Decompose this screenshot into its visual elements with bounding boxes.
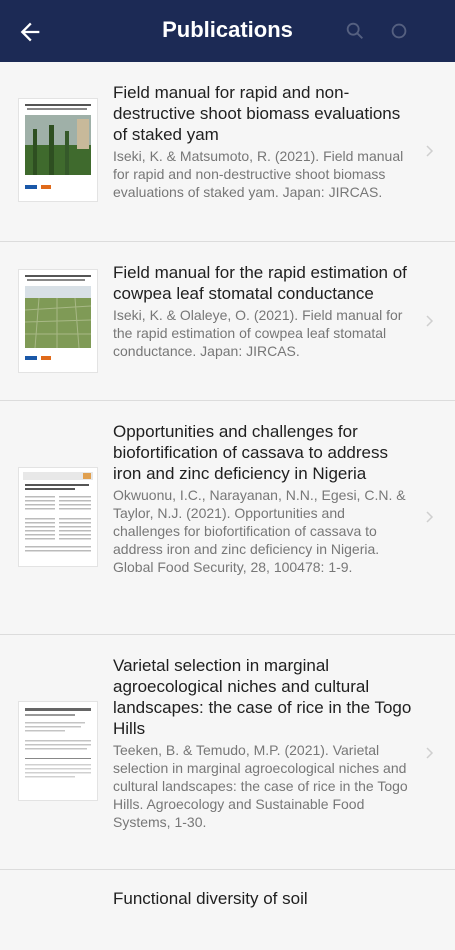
chevron-right-icon xyxy=(426,747,434,759)
chevron-right-icon xyxy=(426,145,434,157)
journal-page-icon xyxy=(19,702,97,800)
publication-content: Field manual for rapid and non-destructi… xyxy=(113,82,415,201)
publication-citation: Iseki, K. & Matsumoto, R. (2021). Field … xyxy=(113,148,404,200)
publication-content: Field manual for the rapid estimation of… xyxy=(113,262,415,360)
publication-citation: Okwuonu, I.C., Narayanan, N.N., Egesi, C… xyxy=(113,487,406,575)
cover-image-icon xyxy=(19,270,97,372)
publication-title: Opportunities and challenges for biofort… xyxy=(113,422,388,483)
publication-title: Varietal selection in marginal agroecolo… xyxy=(113,656,412,738)
page-title: Publications xyxy=(162,17,293,42)
publication-thumbnail xyxy=(18,701,98,801)
publication-item[interactable]: Varietal selection in marginal agroecolo… xyxy=(0,635,455,870)
publication-content: Functional diversity of soil xyxy=(113,888,415,909)
publication-citation: Teeken, B. & Temudo, M.P. (2021). Variet… xyxy=(113,742,408,830)
cover-image-icon xyxy=(19,99,97,201)
publication-citation: Iseki, K. & Olaleye, O. (2021). Field ma… xyxy=(113,307,403,359)
publication-title: Field manual for rapid and non-destructi… xyxy=(113,83,401,144)
chevron-right-icon xyxy=(426,315,434,327)
publication-item[interactable]: Field manual for rapid and non-destructi… xyxy=(0,62,455,242)
publication-title: Field manual for the rapid estimation of… xyxy=(113,263,407,303)
publication-content: Opportunities and challenges for biofort… xyxy=(113,421,415,576)
publication-item[interactable]: Field manual for the rapid estimation of… xyxy=(0,242,455,401)
publication-thumbnail xyxy=(18,98,98,202)
publication-content: Varietal selection in marginal agroecolo… xyxy=(113,655,415,831)
publication-title: Functional diversity of soil xyxy=(113,889,308,908)
journal-page-icon xyxy=(19,468,97,566)
publication-thumbnail xyxy=(18,269,98,373)
chevron-right-icon xyxy=(426,511,434,523)
more-icon[interactable] xyxy=(388,20,410,42)
search-icon[interactable] xyxy=(344,20,366,42)
publications-list: Field manual for rapid and non-destructi… xyxy=(0,62,455,950)
publication-item[interactable]: Opportunities and challenges for biofort… xyxy=(0,401,455,635)
publication-item[interactable]: Functional diversity of soil xyxy=(0,870,455,950)
app-bar: Publications xyxy=(0,0,455,62)
publication-thumbnail xyxy=(18,467,98,567)
